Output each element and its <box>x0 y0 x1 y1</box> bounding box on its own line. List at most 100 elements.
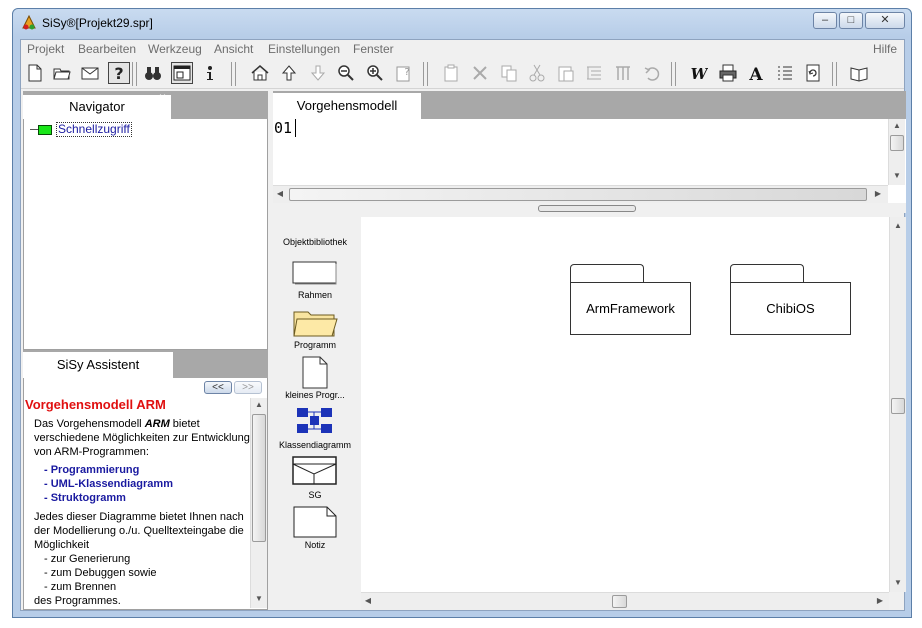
library-item-kleines-programm[interactable] <box>273 356 357 393</box>
menu-ansicht[interactable]: Ansicht <box>214 42 253 56</box>
bullet-list-button[interactable] <box>774 62 796 84</box>
zoom-in-button[interactable] <box>364 62 386 84</box>
library-item-klassendiagramm[interactable] <box>273 406 357 439</box>
refresh-button[interactable] <box>802 62 824 84</box>
close-icon[interactable]: × <box>159 90 166 104</box>
maximize-icon: □ <box>847 14 855 26</box>
link-struktogramm[interactable]: - Struktogramm <box>44 491 126 505</box>
toolbar-separator <box>231 62 236 86</box>
tree-connector <box>30 129 38 130</box>
scroll-down-icon[interactable]: ▼ <box>891 576 905 590</box>
level-down-button[interactable] <box>307 62 329 84</box>
scroll-up-icon[interactable]: ▲ <box>890 119 904 133</box>
package-armframework[interactable]: ArmFramework <box>570 264 692 336</box>
clipboard-icon <box>558 66 574 82</box>
close-icon[interactable]: × <box>409 90 416 104</box>
level-up-button[interactable] <box>278 62 300 84</box>
assistant-prev-button[interactable]: << <box>204 381 232 394</box>
scroll-thumb[interactable] <box>252 414 266 542</box>
library-label: Rahmen <box>297 290 333 300</box>
package-chibios[interactable]: ChibiOS <box>730 264 852 336</box>
tree-item-schnellzugriff[interactable]: Schnellzugriff <box>30 122 132 137</box>
menu-hilfe[interactable]: Hilfe <box>873 42 897 56</box>
print-icon <box>719 64 737 82</box>
tab-sisy-assistent[interactable]: SiSy Assistent <box>23 352 173 378</box>
info-icon <box>207 66 213 80</box>
help-button[interactable]: ? <box>108 62 130 84</box>
app-window: SiSy®[Projekt29.spr] – □ ✕ Projekt Bearb… <box>12 8 912 618</box>
editor-hscrollbar[interactable]: ◀ ▶ <box>273 185 888 203</box>
structogram-icon <box>292 456 337 485</box>
home-button[interactable] <box>249 62 271 84</box>
tab-navigator[interactable]: Navigator <box>23 95 171 119</box>
assistant-panel: << >> Vorgehensmodell ARM Das Vorgehensm… <box>23 378 268 610</box>
toolbar: ? ? W A <box>21 59 904 89</box>
menu-projekt[interactable]: Projekt <box>27 42 64 56</box>
library-item-notiz[interactable] <box>273 506 357 541</box>
word-export-button[interactable]: W <box>688 62 710 84</box>
zoom-out-button[interactable] <box>335 62 357 84</box>
minimize-button[interactable]: – <box>813 12 837 29</box>
mail-button[interactable] <box>79 62 101 84</box>
library-item-programm[interactable] <box>273 306 357 341</box>
diagram-canvas[interactable]: ArmFramework ChibiOS <box>361 217 889 592</box>
paste-icon <box>444 64 458 82</box>
scroll-down-icon[interactable]: ▼ <box>890 169 904 183</box>
scroll-up-icon[interactable]: ▲ <box>891 219 905 233</box>
assistant-next-button[interactable]: >> <box>234 381 262 394</box>
assistant-subitem: - zum Brennen <box>44 581 117 593</box>
folder-node-icon <box>38 124 52 135</box>
new-document-icon <box>28 64 42 82</box>
scroll-right-icon[interactable]: ▶ <box>871 187 885 201</box>
cut-button <box>526 62 548 84</box>
editor-content[interactable]: 01​ <box>274 119 297 137</box>
menu-werkzeug[interactable]: Werkzeug <box>148 42 202 56</box>
list-icon <box>587 66 601 80</box>
scroll-thumb[interactable] <box>612 595 627 608</box>
class-diagram-icon <box>297 408 332 433</box>
search-button[interactable] <box>142 62 164 84</box>
scroll-thumb[interactable] <box>289 188 867 201</box>
library-item-sg[interactable] <box>273 456 357 489</box>
scroll-left-icon[interactable]: ◀ <box>361 594 375 608</box>
code-editor[interactable]: 01​ ▲ ▼ ◀ ▶ <box>273 119 906 203</box>
sisy-app-icon <box>22 15 36 30</box>
library-item-rahmen[interactable] <box>273 261 357 288</box>
scroll-left-icon[interactable]: ◀ <box>273 187 287 201</box>
menu-einstellungen[interactable]: Einstellungen <box>268 42 340 56</box>
manual-button[interactable] <box>848 62 870 84</box>
scroll-down-icon[interactable]: ▼ <box>252 592 266 606</box>
mail-icon <box>81 67 99 80</box>
window-frame-button[interactable] <box>171 62 193 84</box>
assistant-intro-line1: Das Vorgehensmodell ARM bietet <box>34 418 200 430</box>
canvas-hscrollbar[interactable]: ◀ ▶ <box>361 592 889 610</box>
link-programmierung[interactable]: - Programmierung <box>44 463 139 477</box>
canvas-vscrollbar[interactable]: ▲ ▼ <box>889 217 906 592</box>
new-document-button[interactable] <box>24 62 46 84</box>
editor-vscrollbar[interactable]: ▲ ▼ <box>888 119 905 185</box>
package-tab <box>570 264 644 284</box>
assistant-scrollbar[interactable]: ▲ ▼ <box>250 398 267 608</box>
splitter-grip[interactable] <box>538 205 636 212</box>
link-uml-klassendiagramm[interactable]: - UML-Klassendiagramm <box>44 477 173 491</box>
horizontal-splitter[interactable] <box>273 203 906 213</box>
font-button[interactable]: A <box>745 62 767 84</box>
assistant-intro-line2: verschiedene Möglichkeiten zur Entwicklu… <box>34 432 250 444</box>
maximize-button[interactable]: □ <box>839 12 863 29</box>
scroll-up-icon[interactable]: ▲ <box>252 398 266 412</box>
tab-vorgehensmodell[interactable]: Vorgehensmodell <box>273 93 421 119</box>
info-button[interactable] <box>199 62 221 84</box>
menu-fenster[interactable]: Fenster <box>353 42 394 56</box>
open-folder-button[interactable] <box>51 62 73 84</box>
bullet-list-icon <box>778 66 792 80</box>
print-button[interactable] <box>717 62 739 84</box>
scroll-right-icon[interactable]: ▶ <box>873 594 887 608</box>
clipboard-help-button[interactable]: ? <box>393 62 415 84</box>
scroll-thumb[interactable] <box>891 398 905 414</box>
scroll-thumb[interactable] <box>890 135 904 151</box>
close-button[interactable]: ✕ <box>865 12 905 29</box>
undo-icon <box>644 67 660 81</box>
menu-bearbeiten[interactable]: Bearbeiten <box>78 42 136 56</box>
title-bar[interactable]: SiSy®[Projekt29.spr] – □ ✕ <box>13 9 911 37</box>
assistant-heading: Vorgehensmodell ARM <box>25 397 166 412</box>
